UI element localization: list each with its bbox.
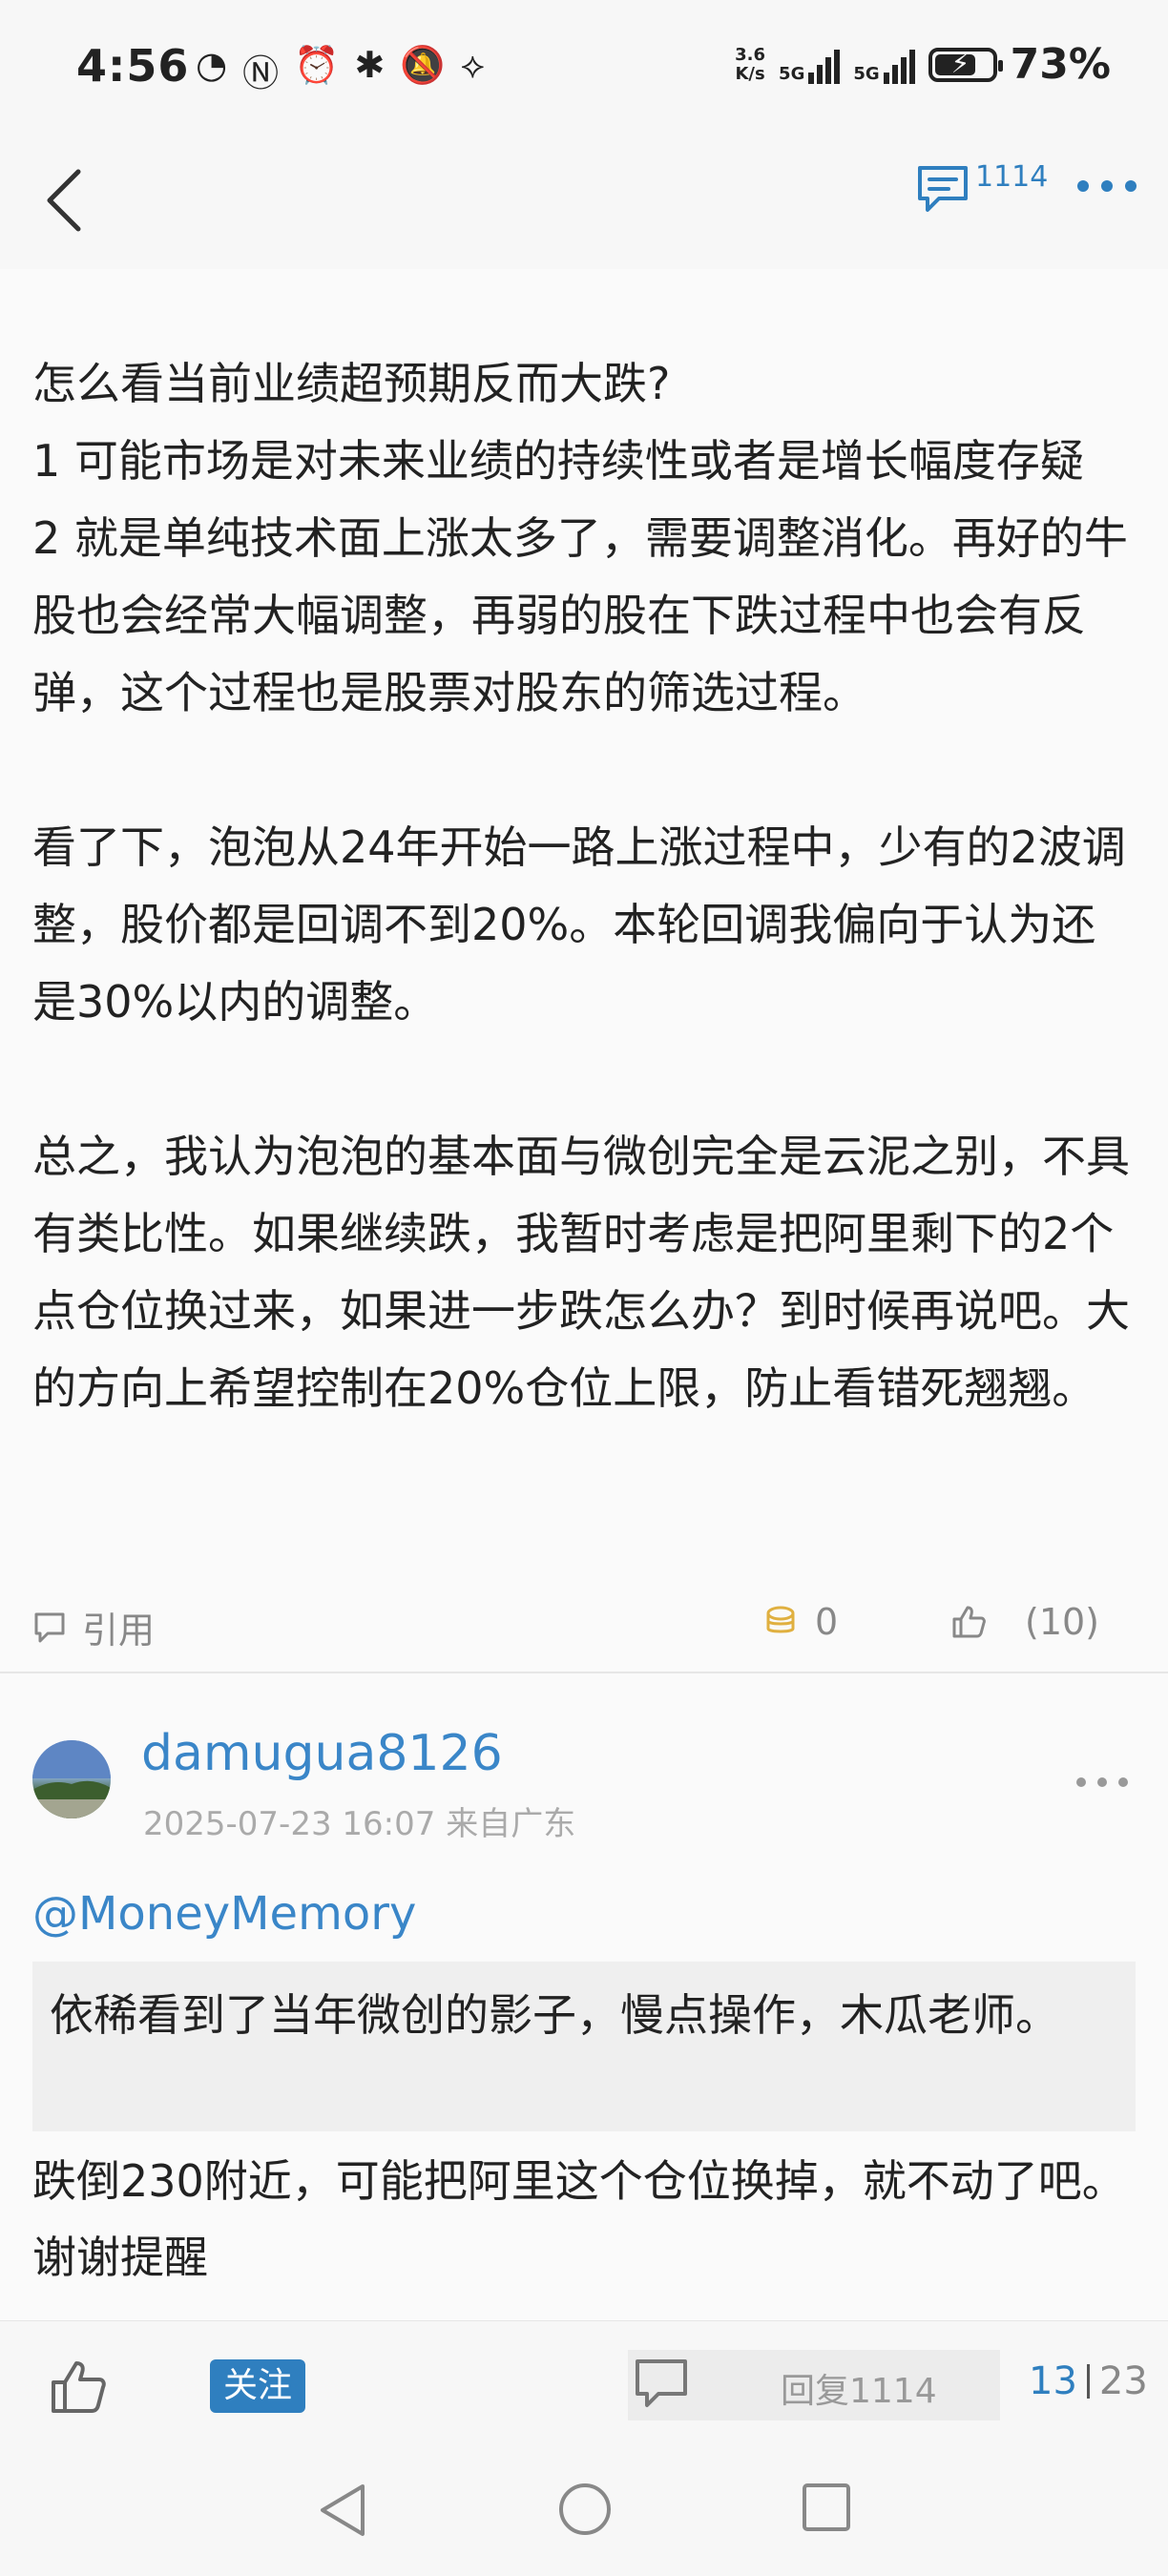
reply-timestamp: 2025-07-23 16:07	[143, 1805, 436, 1843]
post-paragraph: 怎么看当前业绩超预期反而大跌? 1 可能市场是对未来业绩的持续性或者是增长幅度存…	[32, 358, 1128, 718]
signal-sim2: 5G	[853, 46, 915, 84]
more-icon[interactable]	[1074, 172, 1140, 200]
mention-link[interactable]: @MoneyMemory	[32, 1887, 416, 1941]
thumbs-up-icon[interactable]	[48, 2356, 109, 2417]
reply-meta: 2025-07-23 16:07 来自广东	[143, 1797, 575, 1844]
nav-back-icon[interactable]	[315, 2481, 372, 2540]
bottom-bar: 关注 回复1114 13 23	[0, 2320, 1168, 2453]
avatar[interactable]	[32, 1740, 111, 1818]
status-right: 3.6 K/s 5G 5G ⚡ 73%	[735, 40, 1111, 89]
reply-body: 跌倒230附近，可能把阿里这个仓位换掉，就不动了吧。谢谢提醒	[32, 2155, 1126, 2283]
quote-icon	[34, 1612, 65, 1642]
app-bar: 1114	[0, 134, 1168, 267]
coin-button[interactable]: 0	[763, 1601, 838, 1643]
signal-bars-icon	[883, 46, 915, 84]
reply-username[interactable]: damugua8126	[141, 1725, 503, 1782]
page-current: 13	[1029, 2359, 1077, 2403]
quote-button[interactable]: 引用	[32, 1601, 155, 1653]
status-time: 4:56	[76, 40, 190, 92]
quoted-text: 依稀看到了当年微创的影子，慢点操作，木瓜老师。	[50, 1989, 1059, 2041]
hotspot-icon: ⟡	[460, 44, 485, 86]
follow-button[interactable]: 关注	[210, 2359, 305, 2413]
post-content-area: 怎么看当前业绩超预期反而大跌? 1 可能市场是对未来业绩的持续性或者是增长幅度存…	[0, 269, 1168, 2320]
charging-bolt-icon: ⚡	[950, 47, 970, 79]
back-icon[interactable]	[38, 162, 95, 239]
avatar-image	[32, 1740, 111, 1818]
nav-home-icon[interactable]	[556, 2481, 614, 2538]
divider	[0, 1672, 1168, 1673]
post-actions: 引用 0 (10)	[0, 1586, 1168, 1681]
nfc-icon: Ⓝ	[242, 52, 280, 94]
quote-label: 引用	[82, 1610, 156, 1652]
page-total: 23	[1098, 2359, 1148, 2403]
alarm-icon: ⏰	[294, 44, 340, 86]
mute-bell-icon: 🔕	[400, 44, 446, 86]
like-count: (10)	[1025, 1601, 1100, 1643]
bluetooth-icon: ✱	[354, 44, 386, 86]
post-body: 怎么看当前业绩超预期反而大跌? 1 可能市场是对未来业绩的持续性或者是增长幅度存…	[32, 345, 1139, 1427]
coin-count: 0	[815, 1601, 839, 1643]
reply-input-label: 回复1114	[781, 2372, 937, 2411]
reply-location: 来自广东	[446, 1805, 576, 1843]
quoted-comment: 依稀看到了当年微创的影子，慢点操作，木瓜老师。	[32, 1962, 1136, 2131]
speedometer-icon: ◔	[196, 44, 228, 86]
page-separator	[1086, 2364, 1090, 2399]
post-paragraph: 总之，我认为泡泡的基本面与微创完全是云泥之别，不具有类比性。如果继续跌，我暂时考…	[32, 1131, 1130, 1414]
signal-sim1: 5G	[779, 46, 841, 84]
thumbs-up-icon	[952, 1606, 986, 1638]
like-button[interactable]: (10)	[950, 1601, 1099, 1643]
battery-icon: ⚡	[928, 47, 1003, 82]
coins-icon	[766, 1606, 795, 1633]
comment-count[interactable]: 1114	[975, 160, 1048, 194]
page-indicator[interactable]: 13 23	[1029, 2359, 1148, 2403]
reply-more-icon[interactable]	[1074, 1773, 1131, 1792]
post-paragraph: 看了下，泡泡从24年开始一路上涨过程中，少有的2波调整，股价都是回调不到20%。…	[32, 821, 1126, 1028]
comment-icon	[636, 2359, 687, 2407]
signal-bars-icon	[808, 46, 841, 84]
reply-input[interactable]: 回复1114	[628, 2350, 1000, 2420]
status-icons: ◔ Ⓝ ⏰ ✱ 🔕 ⟡	[196, 44, 485, 96]
system-nav-bar	[0, 2452, 1168, 2576]
battery-percent: 73%	[1010, 40, 1111, 89]
status-bar: 4:56 ◔ Ⓝ ⏰ ✱ 🔕 ⟡ 3.6 K/s 5G 5G ⚡ 73%	[0, 0, 1168, 134]
net-speed: 3.6 K/s	[735, 44, 766, 84]
nav-recent-icon[interactable]	[800, 2481, 853, 2534]
comment-icon[interactable]	[914, 160, 971, 218]
